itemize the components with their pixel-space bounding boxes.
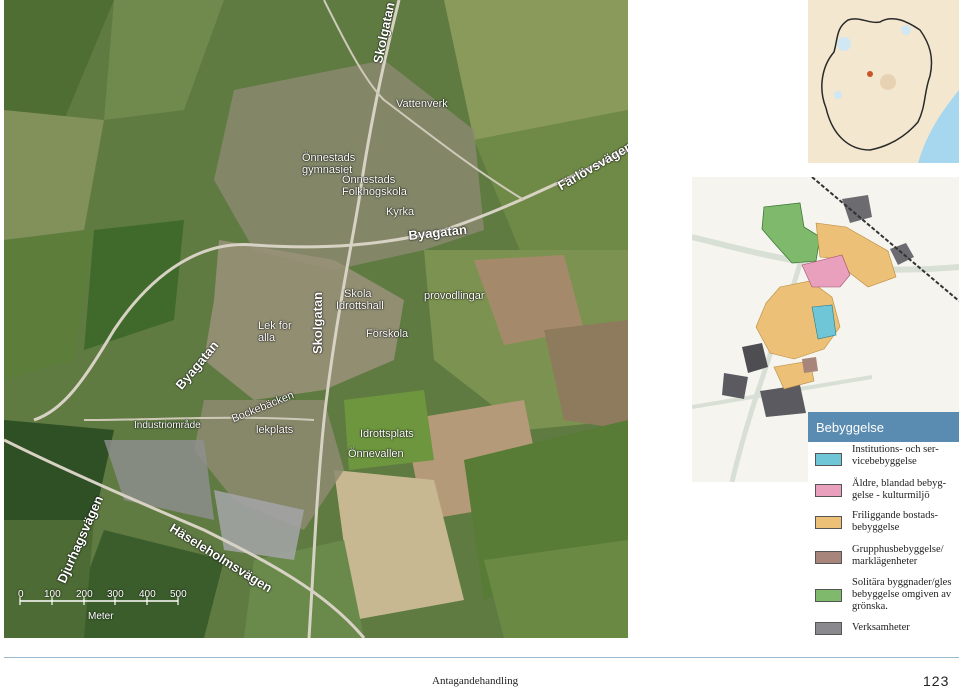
legend-swatch-business: [815, 622, 842, 635]
legend-label-solitary: Solitära byggnader/gles bebyggelse omgiv…: [852, 577, 952, 612]
scale-tick-300: 300: [107, 589, 124, 600]
legend-title: Bebyggelse: [816, 420, 884, 435]
legend-label-institution: Institutions- och ser- vicebebyggelse: [852, 444, 939, 467]
place-label-lekplats: lekplats: [256, 424, 294, 436]
page-number: 123: [923, 673, 950, 689]
legend-swatch-detached: [815, 516, 842, 529]
legend-swatch-old-mixed: [815, 484, 842, 497]
scale-unit: Meter: [88, 611, 114, 622]
aerial-map[interactable]: Skolgatan Vattenverk Färlövsvägen Önnest…: [4, 0, 628, 638]
place-label-gymnasiet: Önnestads gymnasiet: [302, 152, 356, 176]
footer-divider: [4, 657, 959, 658]
place-label-provodlingar: provodlingar: [424, 290, 485, 302]
locator-inset-graphic: [808, 0, 959, 163]
place-label-lek-for-alla: Lek för alla: [258, 320, 292, 344]
place-label-onnevallen: Önnevallen: [348, 448, 404, 460]
place-label-idrottsplats: Idrottsplats: [360, 428, 414, 440]
place-label-skola: Skola: [344, 288, 372, 300]
legend-swatch-institution: [815, 453, 842, 466]
scale-tick-200: 200: [76, 589, 93, 600]
place-label-forskola: Förskola: [366, 328, 409, 340]
scale-bar: 0 100 200 300 400 500 Meter: [14, 585, 204, 630]
legend-label-group-housing: Grupphusbebyggelse/ marklägenheter: [852, 544, 944, 567]
legend-label-old-mixed: Äldre, blandad bebyg- gelse - kulturmilj…: [852, 478, 947, 501]
road-label-skolgatan-mid: Skolgatan: [310, 291, 325, 354]
legend-label-detached: Friliggande bostads- bebyggelse: [852, 510, 939, 533]
place-label-kyrka: Kyrka: [386, 206, 415, 218]
locator-inset-map: [808, 0, 959, 163]
scale-tick-100: 100: [44, 589, 61, 600]
place-label-vattenverk: Vattenverk: [396, 98, 448, 110]
scale-tick-500: 500: [170, 589, 187, 600]
footer-label: Antagandehandling: [432, 675, 519, 687]
legend-swatch-solitary: [815, 589, 842, 602]
legend-swatch-group-housing: [815, 551, 842, 564]
scale-tick-400: 400: [139, 589, 156, 600]
scale-tick-0: 0: [18, 589, 24, 600]
place-label-industriomrade: Industriområde: [134, 420, 201, 431]
place-label-folkhogskola: Önnestads Folkhögskola: [342, 174, 407, 198]
legend-label-business: Verksamheter: [852, 622, 910, 633]
place-label-idrottshall: Idrottshall: [336, 300, 384, 312]
